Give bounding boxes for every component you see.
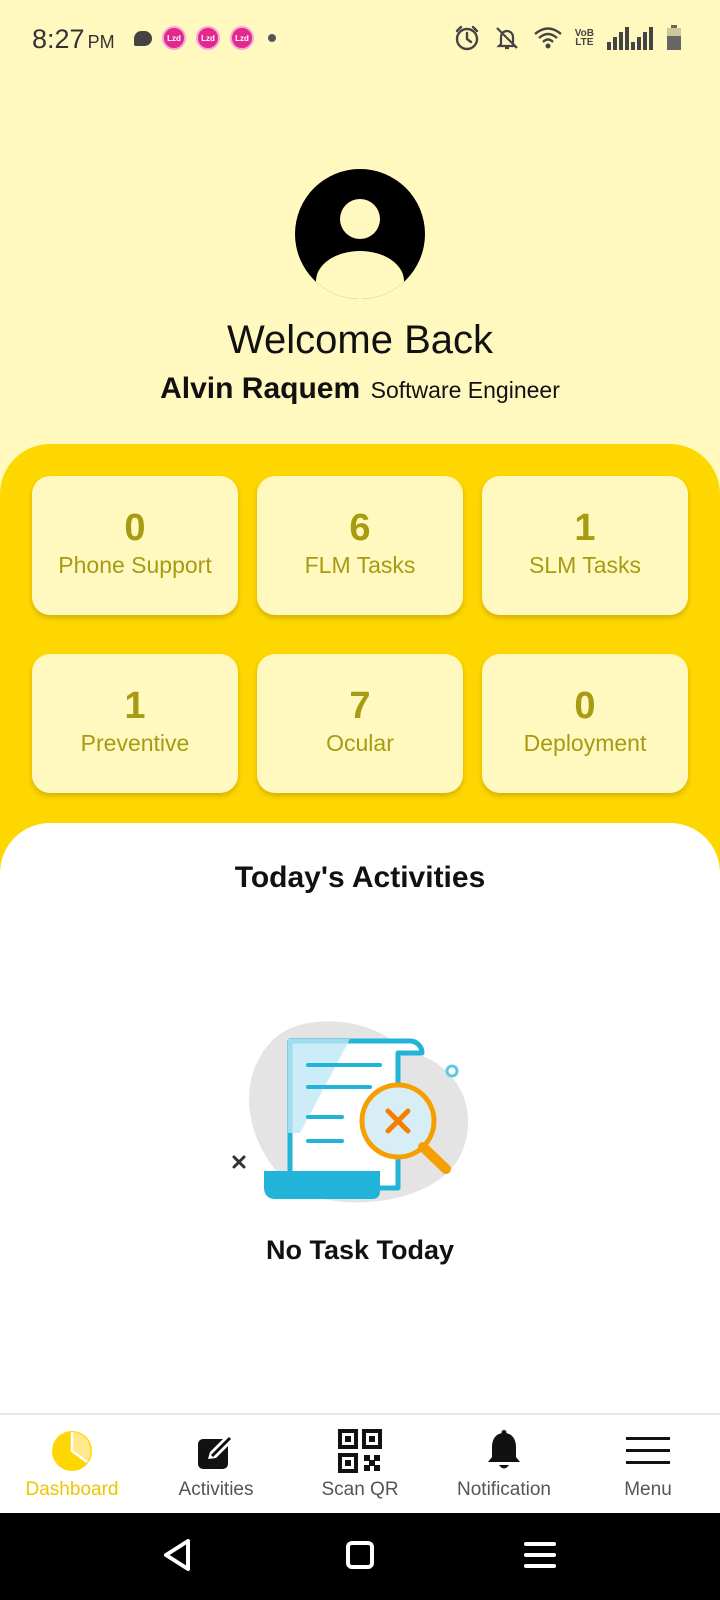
status-bar: 8:27 PM Lzd Lzd Lzd VoB LTE [0,0,720,82]
nav-activities[interactable]: Activities [144,1415,288,1515]
user-role: Software Engineer [370,377,560,403]
stat-value: 7 [349,685,371,727]
notification-icons: Lzd Lzd Lzd [134,26,276,50]
stat-label: FLM Tasks [304,552,416,578]
pie-chart-icon [52,1431,92,1471]
stat-value: 0 [124,507,146,549]
bottom-navigation: Dashboard Activities Scan QR Notificatio… [0,1413,720,1513]
bell-icon [488,1430,520,1469]
empty-tasks-illustration [232,1021,469,1203]
status-time: 8:27 PM [32,24,115,54]
empty-state-text: No Task Today [265,1235,455,1265]
nav-label: Activities [178,1479,254,1500]
activities-title: Today's Activities [234,861,486,894]
battery-icon [667,25,681,50]
nav-label: Scan QR [321,1479,399,1500]
nav-notification[interactable]: Notification [432,1415,576,1515]
stat-label: Phone Support [58,552,212,578]
dot-icon [268,34,276,42]
nav-label: Menu [624,1479,672,1500]
lazada-icon: Lzd [162,26,186,50]
signal-icon [607,27,653,50]
welcome-heading: Welcome Back [226,318,493,362]
menu-icon [626,1437,670,1464]
alarm-icon [455,25,478,51]
stat-label: Deployment [523,730,647,756]
stat-value: 6 [349,507,371,549]
recents-icon[interactable] [520,1535,560,1575]
qr-code-icon [338,1429,382,1473]
back-icon[interactable] [158,1535,198,1575]
nav-dashboard[interactable]: Dashboard [0,1415,144,1515]
nav-label: Dashboard [25,1479,119,1500]
user-name: Alvin Raquem [160,372,361,405]
lazada-icon: Lzd [196,26,220,50]
activities-section: Today's Activities No Task Today [0,823,720,1413]
system-navigation-bar [0,1513,720,1600]
system-icons: VoB LTE [453,24,682,52]
stat-card-slm-tasks[interactable]: 1 SLM Tasks [482,476,688,615]
home-icon[interactable] [340,1535,380,1575]
stat-label: SLM Tasks [528,552,642,578]
stat-value: 0 [574,685,596,727]
stat-label: Preventive [80,730,190,756]
stat-card-preventive[interactable]: 1 Preventive [32,654,238,793]
stat-card-flm-tasks[interactable]: 6 FLM Tasks [257,476,463,615]
stats-panel: 0 Phone Support 6 FLM Tasks 1 SLM Tasks … [0,444,720,884]
wifi-icon [533,27,562,49]
nav-scan-qr[interactable]: Scan QR [288,1415,432,1515]
volte-icon: VoB LTE [574,28,594,48]
stat-label: Ocular [326,730,394,756]
user-info: Alvin Raquem Software Engineer [0,372,720,406]
bell-off-icon [495,27,518,50]
stat-card-phone-support[interactable]: 0 Phone Support [32,476,238,615]
nav-label: Notification [457,1479,551,1500]
stat-value: 1 [124,685,146,727]
stat-card-ocular[interactable]: 7 Ocular [257,654,463,793]
edit-icon [198,1434,234,1469]
message-icon [134,30,152,46]
lazada-icon: Lzd [230,26,254,50]
stat-value: 1 [574,507,596,549]
nav-menu[interactable]: Menu [576,1415,720,1515]
avatar-icon[interactable] [295,169,425,299]
stat-card-deployment[interactable]: 0 Deployment [482,654,688,793]
